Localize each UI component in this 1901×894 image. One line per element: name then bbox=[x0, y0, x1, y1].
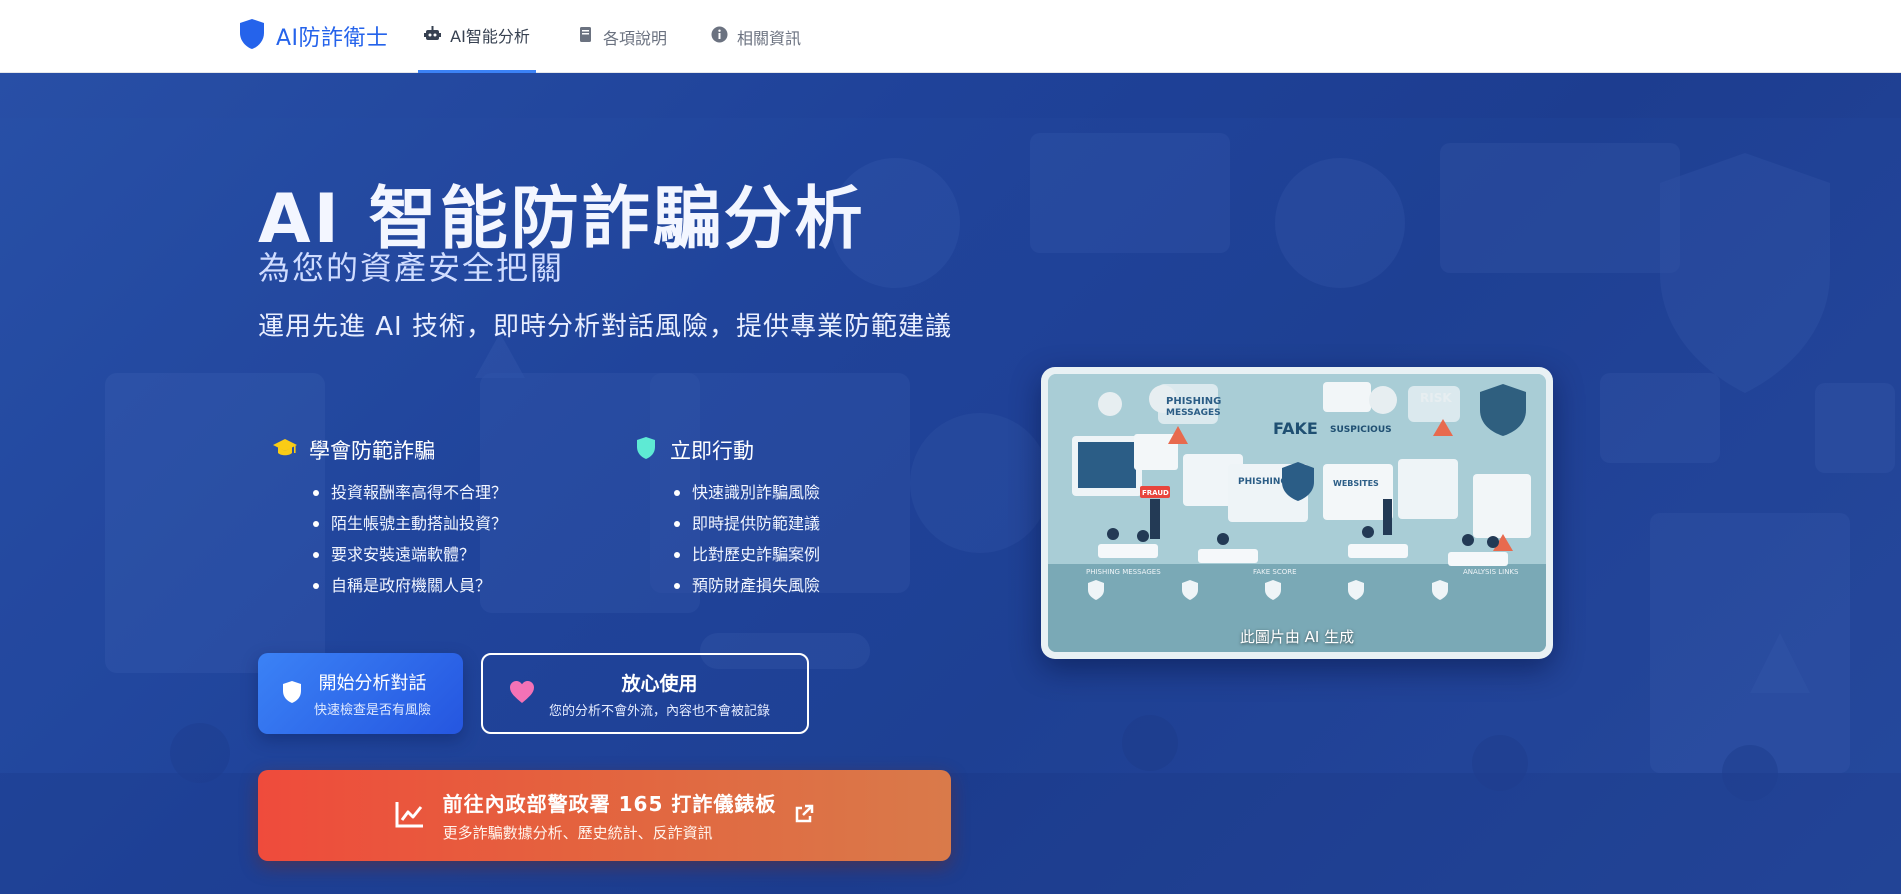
top-navbar: AI防詐衛士 AI智能分析 各項說明 相關資訊 bbox=[0, 0, 1901, 73]
list-item: 要求安裝遠端軟體？ bbox=[313, 539, 507, 570]
robot-icon bbox=[424, 25, 442, 46]
hero-description: 運用先進 AI 技術，即時分析對話風險，提供專業防範建議 bbox=[258, 312, 952, 342]
info-icon bbox=[711, 26, 728, 47]
start-analysis-sub: 快速檢查是否有風險 bbox=[314, 703, 432, 718]
brand[interactable]: AI防詐衛士 bbox=[238, 18, 389, 54]
list-item: 陌生帳號主動搭訕投資？ bbox=[313, 508, 507, 539]
ai-illustration-text: FAKE SCORE bbox=[1253, 568, 1297, 576]
feature-act-heading: 立即行動 bbox=[670, 439, 754, 463]
tab-instructions[interactable]: 各項說明 bbox=[572, 0, 672, 73]
feature-act: 立即行動 快速識別詐騙風險 即時提供防範建議 比對歷史詐騙案例 預防財產損失風險 bbox=[634, 435, 820, 601]
list-item: 投資報酬率高得不合理？ bbox=[313, 477, 507, 508]
shield-icon bbox=[282, 680, 302, 707]
ai-illustration-text: WEBSITES bbox=[1333, 479, 1379, 488]
list-item: 自稱是政府機關人員？ bbox=[313, 570, 507, 601]
start-analysis-button[interactable]: 開始分析對話 快速檢查是否有風險 bbox=[258, 653, 463, 734]
graduation-cap-icon bbox=[273, 437, 297, 464]
ai-illustration-text: RISK bbox=[1420, 391, 1452, 405]
safe-use-button[interactable]: 放心使用 您的分析不會外流，內容也不會被記錄 bbox=[481, 653, 809, 734]
start-analysis-label: 開始分析對話 bbox=[318, 673, 427, 694]
tab-ai-analysis[interactable]: AI智能分析 bbox=[418, 0, 536, 73]
chart-line-icon bbox=[395, 800, 425, 832]
ai-illustration-text: FAKE bbox=[1273, 419, 1318, 438]
ai-illustration-text: PHISHING bbox=[1166, 396, 1221, 407]
heart-icon bbox=[509, 680, 535, 708]
feature-learn: 學會防範詐騙 投資報酬率高得不合理？ 陌生帳號主動搭訕投資？ 要求安裝遠端軟體？… bbox=[273, 435, 507, 601]
fraud-dashboard-label: 前往內政部警政署 165 打詐儀錶板 bbox=[442, 792, 777, 816]
fraud-dashboard-button[interactable]: 前往內政部警政署 165 打詐儀錶板 更多詐騙數據分析、歷史統計、反詐資訊 bbox=[258, 770, 951, 861]
shield-icon bbox=[238, 18, 266, 54]
list-item: 快速識別詐騙風險 bbox=[674, 477, 820, 508]
tab-related-info[interactable]: 相關資訊 bbox=[706, 0, 806, 73]
safe-use-label: 放心使用 bbox=[621, 672, 698, 695]
ai-illustration-text: PHISHING bbox=[1238, 477, 1288, 487]
brand-name: AI防詐衛士 bbox=[276, 26, 389, 51]
illustration-artwork: PHISHING MESSAGES FAKE SUSPICIOUS WEBSIT… bbox=[1048, 374, 1546, 652]
ai-image-caption: 此圖片由 AI 生成 bbox=[1239, 628, 1355, 646]
tab-related-info-label: 相關資訊 bbox=[737, 28, 802, 48]
feature-learn-heading: 學會防範詐騙 bbox=[309, 439, 435, 463]
safe-use-sub: 您的分析不會外流，內容也不會被記錄 bbox=[549, 703, 771, 719]
book-icon bbox=[577, 26, 594, 47]
ai-illustration-text: MESSAGES bbox=[1166, 408, 1221, 418]
list-item: 比對歷史詐騙案例 bbox=[674, 539, 820, 570]
ai-illustration-text: PHISHING MESSAGES bbox=[1086, 568, 1161, 576]
ai-illustration-card: PHISHING MESSAGES FAKE SUSPICIOUS WEBSIT… bbox=[1041, 367, 1553, 659]
external-link-icon bbox=[794, 804, 814, 828]
hero-section: AI 智能防詐騙分析 為您的資產安全把關 運用先進 AI 技術，即時分析對話風險… bbox=[0, 73, 1901, 894]
list-item: 即時提供防範建議 bbox=[674, 508, 820, 539]
fraud-dashboard-sub: 更多詐騙數據分析、歷史統計、反詐資訊 bbox=[442, 824, 713, 842]
ai-illustration: PHISHING MESSAGES FAKE SUSPICIOUS WEBSIT… bbox=[1048, 374, 1546, 652]
ai-illustration-text: SUSPICIOUS bbox=[1330, 425, 1392, 435]
tab-instructions-label: 各項說明 bbox=[603, 28, 668, 48]
tab-ai-analysis-label: AI智能分析 bbox=[450, 27, 530, 46]
list-item: 預防財產損失風險 bbox=[674, 570, 820, 601]
hero-subtitle: 為您的資產安全把關 bbox=[258, 249, 565, 287]
ai-illustration-text: ANALYSIS LINKS bbox=[1463, 568, 1519, 576]
ai-illustration-text: FRAUD bbox=[1142, 489, 1169, 497]
shield-check-icon bbox=[634, 436, 658, 464]
